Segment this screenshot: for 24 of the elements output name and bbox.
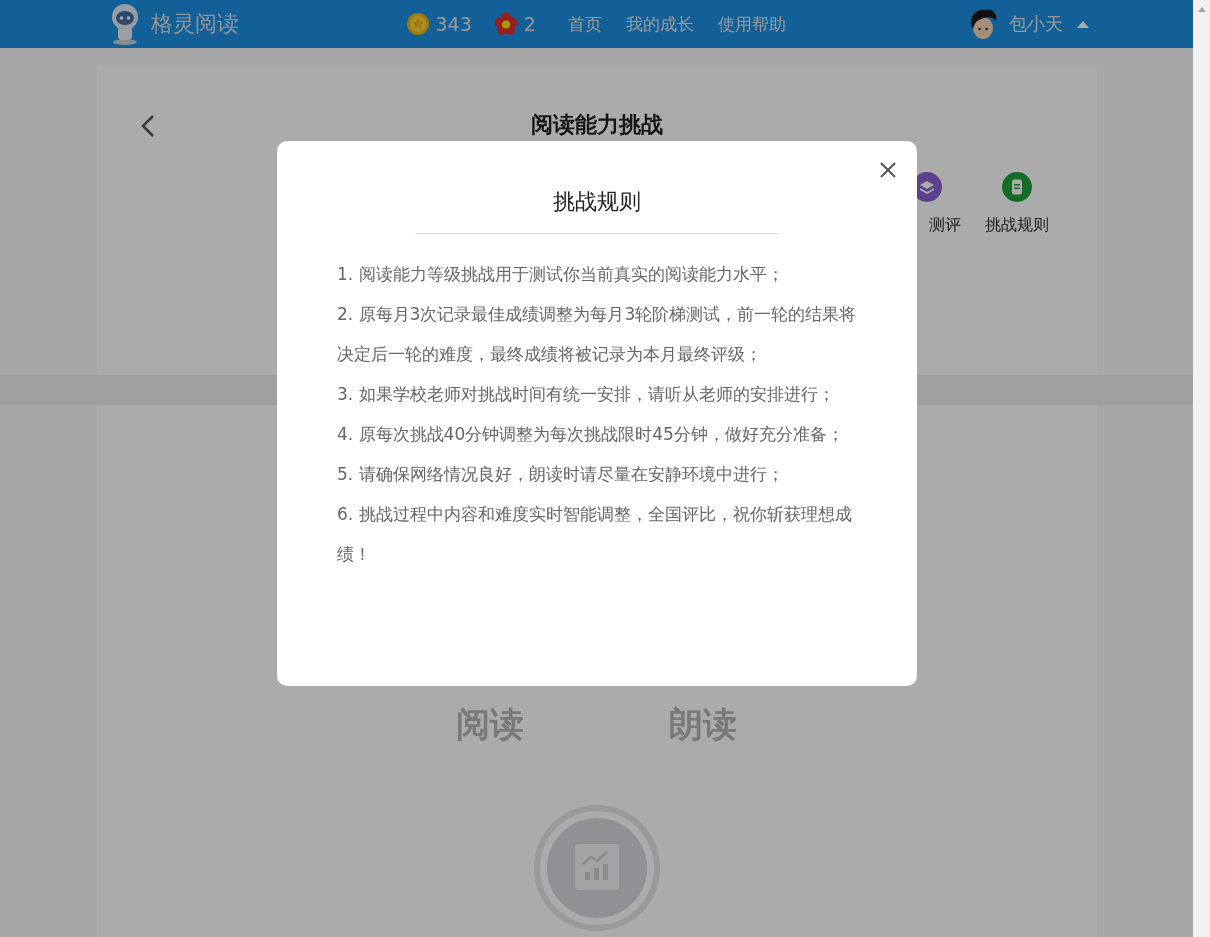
dialog-title: 挑战规则	[415, 187, 779, 234]
rule-text: 6. 挑战过程中内容和难度实时智能调整，全国评比，祝你斩获理想成绩！	[337, 503, 853, 566]
caret-icon[interactable]	[1076, 20, 1089, 28]
nav-link[interactable]: 我的成长	[625, 12, 694, 36]
rule-text: 3. 如果学校老师对挑战时间有统一安排，请听从老师的安排进行；	[337, 383, 836, 406]
nav-link[interactable]: 首页	[567, 12, 602, 36]
back-icon[interactable]	[140, 114, 155, 138]
close-icon[interactable]	[880, 162, 896, 178]
user-name[interactable]: 包小天	[1008, 12, 1063, 36]
rule-text: 5. 请确保网络情况良好，朗读时请尽量在安静环境中进行；	[337, 463, 785, 486]
scroll-up-icon[interactable]	[1197, 7, 1206, 12]
rule-text: 2. 原每月3次记录最佳成绩调整为每月3轮阶梯测试，前一轮的结果将决定后一轮的难度，最终成绩将被记录为本月最终评级；	[337, 303, 857, 366]
nav-link[interactable]: 使用帮助	[717, 12, 786, 36]
flower-count: 2	[523, 13, 536, 35]
app-logo-text: 格灵阅读	[150, 10, 239, 38]
rule-text: 1. 阅读能力等级挑战用于测试你当前真实的阅读能力水平；	[337, 263, 785, 286]
flower-icon	[493, 12, 518, 36]
rule-text: 4. 原每次挑战40分钟调整为每次挑战限时45分钟，做好充分准备；	[337, 423, 845, 446]
tool-label[interactable]: 挑战规则	[984, 215, 1049, 236]
document-icon[interactable]	[1001, 172, 1032, 202]
page-title: 阅读能力挑战	[530, 111, 663, 139]
coin-count: 343	[435, 13, 472, 35]
tool-label[interactable]: 测评	[928, 215, 961, 236]
coin-icon	[405, 12, 430, 36]
